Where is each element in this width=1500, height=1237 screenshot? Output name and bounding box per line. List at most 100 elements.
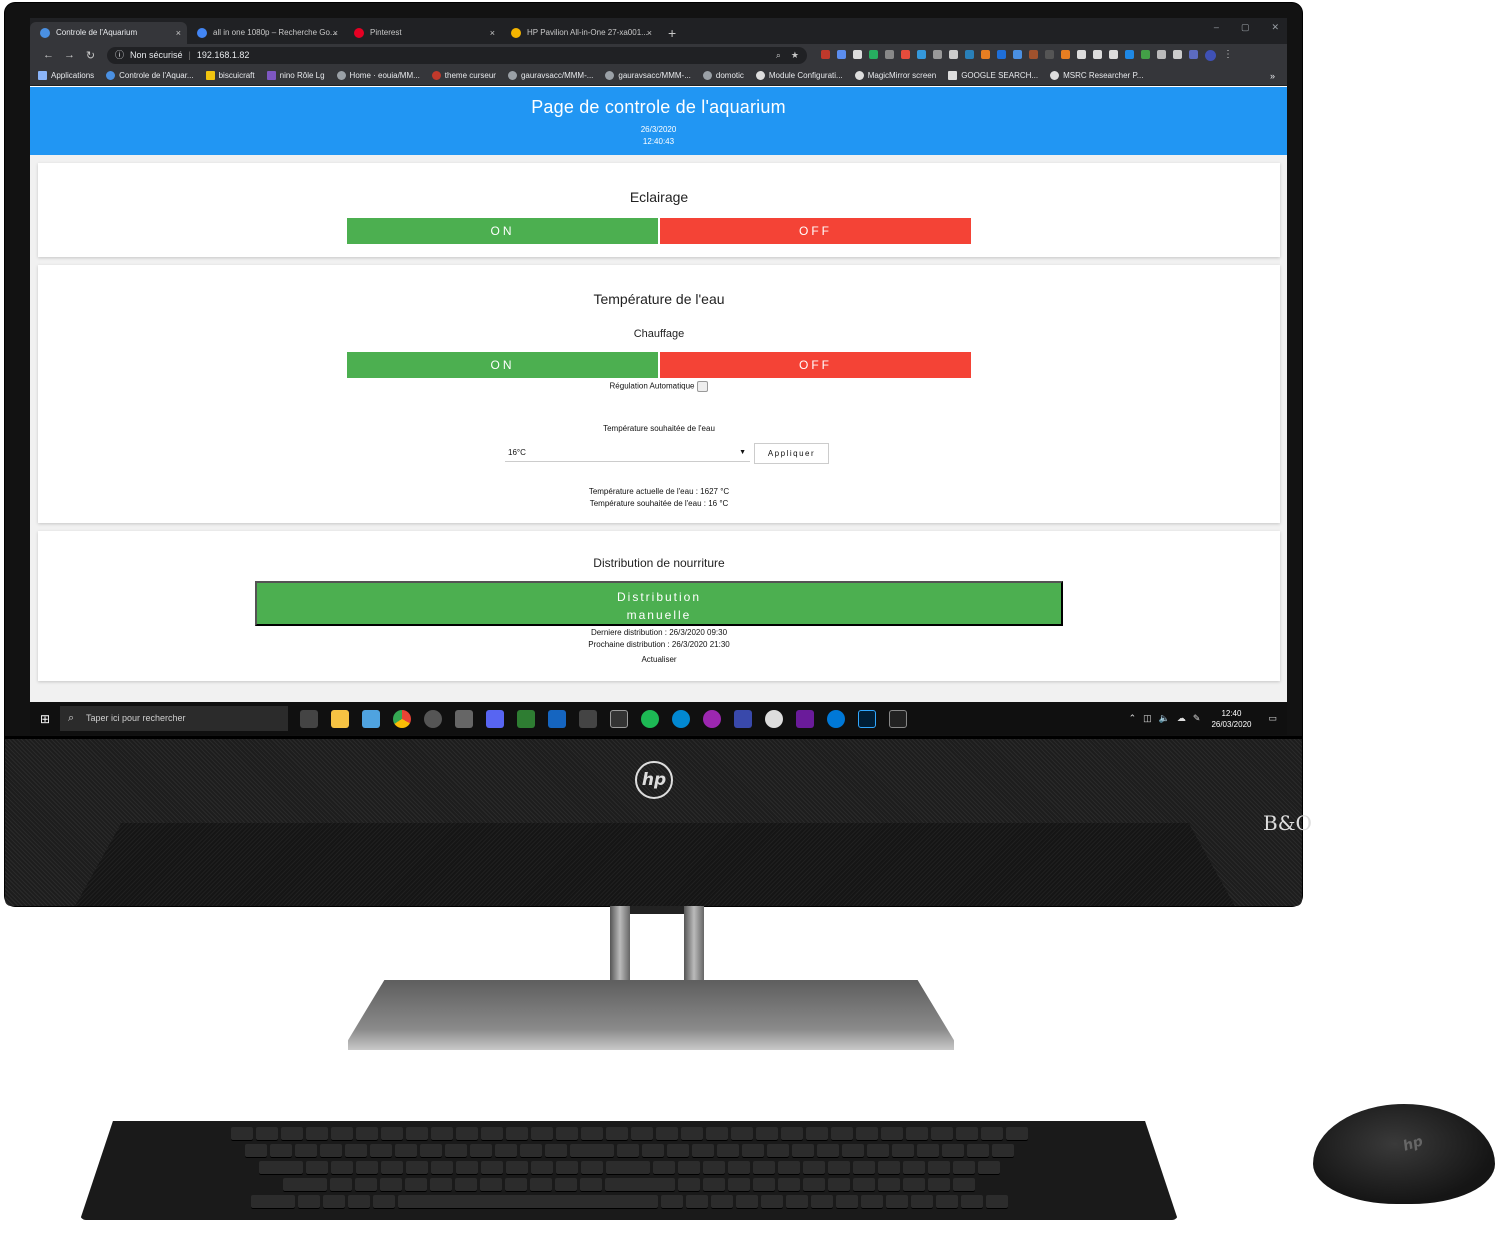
extension-icon[interactable] xyxy=(1141,49,1150,59)
terminal-icon[interactable] xyxy=(889,709,907,728)
bookmark-item[interactable]: Controle de l'Aquar... xyxy=(106,71,194,80)
bookmark-applications[interactable]: Applications xyxy=(38,71,94,80)
app-icon[interactable] xyxy=(579,709,597,728)
extension-icon[interactable] xyxy=(1029,49,1038,59)
tab-hp-pavilion[interactable]: HP Pavilion All-in-One 27-xa001... × xyxy=(501,22,658,44)
network-icon[interactable]: ◫ xyxy=(1143,713,1152,724)
forward-arrow-icon[interactable]: → xyxy=(59,49,80,61)
new-tab-button[interactable]: + xyxy=(658,22,686,44)
apply-button[interactable]: Appliquer xyxy=(754,443,829,464)
extension-icon[interactable] xyxy=(981,49,990,59)
bookmark-item[interactable]: theme curseur xyxy=(431,71,496,80)
task-view-icon[interactable] xyxy=(300,709,318,728)
bookmark-item[interactable]: nino Rôle Lg xyxy=(266,71,325,80)
windows-start-icon[interactable]: ⊞ xyxy=(30,712,60,726)
extension-icon[interactable] xyxy=(869,49,878,59)
app-icon[interactable] xyxy=(548,709,566,728)
bookmarks-overflow-button[interactable]: » xyxy=(1270,71,1275,81)
speedometer-icon[interactable] xyxy=(424,709,442,728)
extension-icon[interactable] xyxy=(1157,49,1166,59)
extension-icon[interactable] xyxy=(821,49,830,59)
heating-off-button[interactable]: OFF xyxy=(660,352,971,378)
cloud-icon[interactable]: ☁ xyxy=(1177,713,1186,724)
extension-icon[interactable] xyxy=(1077,49,1086,59)
bookmark-item[interactable]: domotic xyxy=(702,71,744,80)
app-icon[interactable] xyxy=(703,709,721,728)
extension-icon[interactable] xyxy=(1109,49,1118,59)
file-explorer-icon[interactable] xyxy=(331,709,349,728)
menu-dots-icon[interactable]: ⋮ xyxy=(1223,49,1233,59)
monitor: hp B&O Controle de l'Aquarium × all in o… xyxy=(5,3,1312,906)
extension-icon[interactable] xyxy=(885,49,894,59)
extension-icon[interactable] xyxy=(1013,49,1022,59)
bookmark-item[interactable]: MSRC Researcher P... xyxy=(1050,71,1143,80)
chrome-icon[interactable] xyxy=(393,709,411,728)
target-temp-select[interactable]: 16°C ▼ xyxy=(505,443,750,462)
notifications-icon[interactable]: ▭ xyxy=(1268,713,1277,724)
extension-icon[interactable] xyxy=(917,49,926,59)
amazon-favicon-icon xyxy=(511,28,521,38)
info-icon[interactable]: ⓘ xyxy=(115,47,124,64)
photos-icon[interactable] xyxy=(455,709,473,728)
lighting-off-button[interactable]: OFF xyxy=(660,218,971,244)
edge-icon[interactable] xyxy=(827,709,845,728)
window-close-button[interactable]: ✕ xyxy=(1271,22,1279,33)
tab-pinterest[interactable]: Pinterest × xyxy=(344,22,501,44)
extension-icon[interactable] xyxy=(1125,49,1134,59)
mail-icon[interactable] xyxy=(362,709,380,728)
back-arrow-icon[interactable]: ← xyxy=(38,49,59,61)
bookmark-item[interactable]: gauravsacc/MMM-... xyxy=(605,71,691,80)
url-input[interactable]: ⓘ Non sécurisé | 192.168.1.82 ⌕ ★ xyxy=(107,46,807,64)
extension-icon[interactable] xyxy=(1189,49,1198,59)
profile-avatar[interactable] xyxy=(1205,49,1216,61)
lighting-on-button[interactable]: ON xyxy=(347,218,658,244)
bookmark-item[interactable]: MagicMirror screen xyxy=(854,71,936,80)
bookmark-item[interactable]: biscuicraft xyxy=(205,71,255,80)
zoom-icon[interactable]: ⌕ xyxy=(776,47,781,64)
extension-icon[interactable] xyxy=(837,49,846,59)
extension-icon[interactable] xyxy=(1173,49,1182,59)
discord-icon[interactable] xyxy=(486,709,504,728)
extension-icon[interactable] xyxy=(1061,49,1070,59)
bookmark-item[interactable]: gauravsacc/MMM-... xyxy=(507,71,593,80)
manual-feed-button[interactable]: Distribution manuelle xyxy=(255,581,1063,626)
maximize-button[interactable]: ▢ xyxy=(1241,22,1250,33)
auto-regulation-checkbox[interactable] xyxy=(697,381,709,392)
photoshop-icon[interactable] xyxy=(858,709,876,728)
tab-aquarium[interactable]: Controle de l'Aquarium × xyxy=(30,22,187,44)
app-icon[interactable] xyxy=(765,709,783,728)
app-icon[interactable] xyxy=(734,709,752,728)
bookmark-star-icon[interactable]: ★ xyxy=(791,47,799,64)
extension-icon[interactable] xyxy=(1045,49,1054,59)
pen-icon[interactable]: ✎ xyxy=(1193,713,1201,724)
volume-icon[interactable]: 🔈 xyxy=(1159,713,1170,724)
extension-icon[interactable] xyxy=(949,49,958,59)
reload-icon[interactable]: ↻ xyxy=(80,49,101,62)
heating-on-button[interactable]: ON xyxy=(347,352,658,378)
minimize-button[interactable]: – xyxy=(1214,22,1219,33)
bookmark-item[interactable]: Home · eouia/MM... xyxy=(336,71,420,80)
spotify-icon[interactable] xyxy=(641,709,659,728)
extension-icon[interactable] xyxy=(997,49,1006,59)
app-icon[interactable] xyxy=(672,709,690,728)
extension-icon[interactable] xyxy=(901,49,910,59)
refresh-link[interactable]: Actualiser xyxy=(38,655,1280,664)
close-icon[interactable]: × xyxy=(490,22,495,44)
tab-google-search[interactable]: all in one 1080p – Recherche Go... × xyxy=(187,22,344,44)
close-icon[interactable]: × xyxy=(176,22,181,44)
extension-icon[interactable] xyxy=(1093,49,1102,59)
extension-icon[interactable] xyxy=(965,49,974,59)
calculator-icon[interactable] xyxy=(610,709,628,728)
extension-icon[interactable] xyxy=(933,49,942,59)
bookmark-item[interactable]: Module Configurati... xyxy=(755,71,843,80)
taskbar-clock[interactable]: 12:40 26/03/2020 xyxy=(1211,708,1251,730)
tab-label: Controle de l'Aquarium xyxy=(56,28,138,37)
close-icon[interactable]: × xyxy=(647,22,652,44)
bookmark-item[interactable]: GOOGLE SEARCH... xyxy=(948,71,1038,80)
app-icon[interactable] xyxy=(796,709,814,728)
extension-icon[interactable] xyxy=(853,49,862,59)
close-icon[interactable]: × xyxy=(333,22,338,44)
taskbar-search-input[interactable]: ⌕ Taper ici pour rechercher xyxy=(60,706,288,731)
app-icon[interactable] xyxy=(517,709,535,728)
chevron-up-icon[interactable]: ⌃ xyxy=(1129,713,1137,724)
